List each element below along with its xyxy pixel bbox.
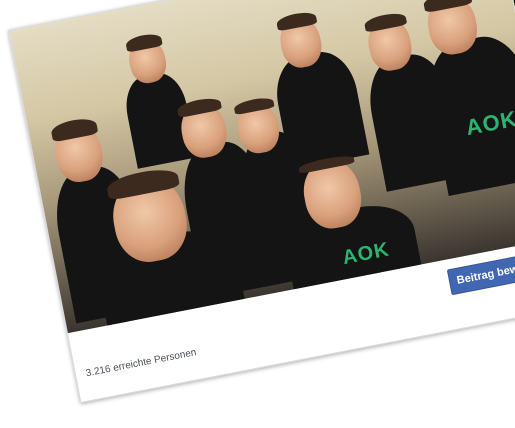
reach-count[interactable]: 3.216 erreichte Personen [85, 347, 197, 379]
team-photo[interactable]: AOK AOK [9, 0, 515, 334]
post-card: AOK AOK Beitrag bewerben 3.216 erreichte… [8, 0, 515, 404]
